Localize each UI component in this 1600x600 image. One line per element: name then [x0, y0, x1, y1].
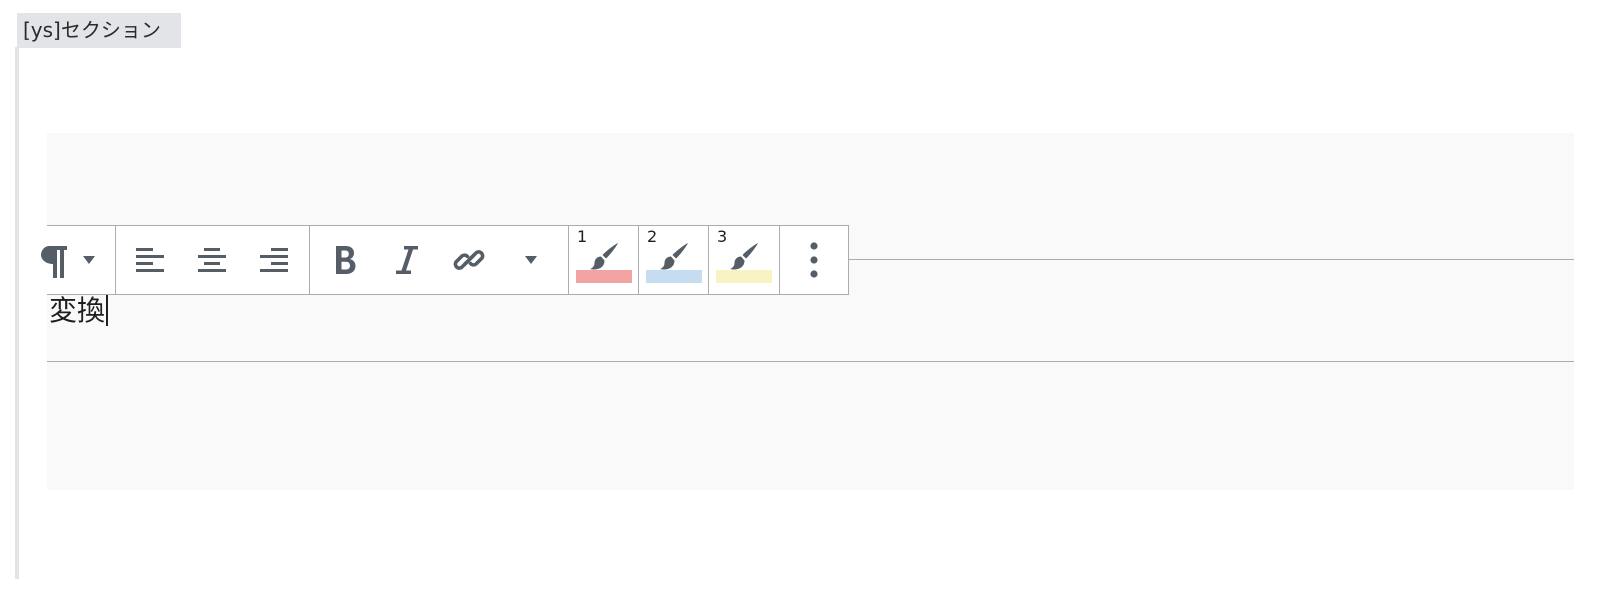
highlight-color-swatch [646, 270, 702, 283]
block-toolbar: 1 2 3 [41, 225, 849, 295]
highlighter-2-button[interactable]: 2 [639, 226, 709, 294]
paintbrush-icon [727, 240, 761, 274]
highlighter-3-button[interactable]: 3 [709, 226, 779, 294]
highlighter-group: 1 2 3 [569, 226, 780, 294]
bold-button[interactable] [314, 226, 376, 294]
highlighter-number: 2 [647, 227, 658, 246]
italic-button[interactable] [376, 226, 438, 294]
more-formats-button[interactable] [500, 226, 562, 294]
more-options-group [780, 226, 848, 294]
chevron-down-icon [83, 256, 95, 264]
highlight-color-swatch [716, 270, 772, 283]
bold-icon [334, 246, 356, 274]
italic-icon [396, 246, 418, 274]
pilcrow-icon [41, 240, 71, 280]
highlighter-1-button[interactable]: 1 [569, 226, 639, 294]
align-right-icon [260, 248, 288, 272]
section-label[interactable]: [ys]セクション [17, 13, 181, 48]
block-type-group [41, 226, 116, 294]
more-options-button[interactable] [780, 226, 848, 294]
highlighter-number: 1 [577, 227, 588, 246]
align-left-icon [136, 248, 164, 272]
highlighter-number: 3 [717, 227, 728, 246]
text-caret [106, 294, 109, 326]
align-center-button[interactable] [181, 226, 243, 294]
align-left-button[interactable] [119, 226, 181, 294]
section-rail [15, 47, 19, 579]
alignment-group [116, 226, 310, 294]
paragraph-text: 変換 [49, 294, 106, 327]
more-vertical-icon [809, 242, 819, 278]
format-group [310, 226, 569, 294]
chevron-down-icon [525, 256, 537, 264]
link-button[interactable] [438, 226, 500, 294]
paragraph-editable[interactable]: 変換 [49, 294, 109, 328]
highlight-color-swatch [576, 270, 632, 283]
block-type-button[interactable] [41, 226, 115, 294]
link-icon [452, 243, 486, 277]
paintbrush-icon [657, 240, 691, 274]
align-center-icon [198, 248, 226, 272]
align-right-button[interactable] [243, 226, 305, 294]
paintbrush-icon [587, 240, 621, 274]
